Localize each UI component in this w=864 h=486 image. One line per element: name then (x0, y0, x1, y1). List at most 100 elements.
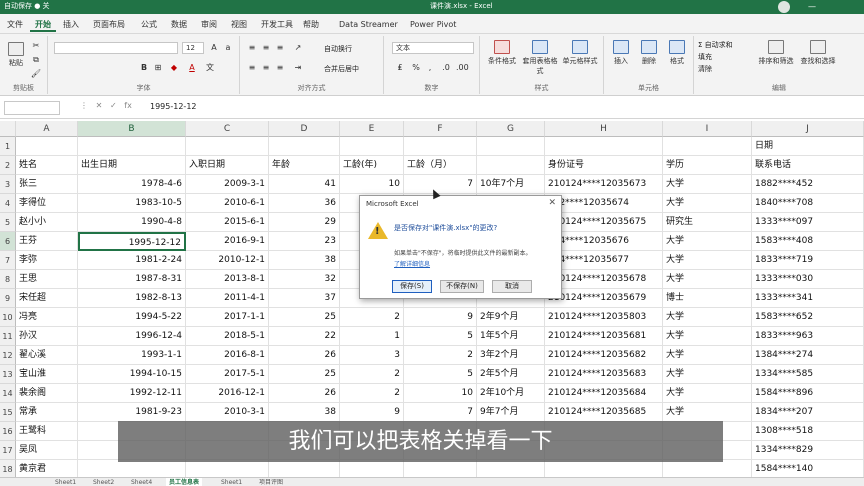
cell[interactable]: 1833****719 (752, 251, 864, 270)
row-header[interactable]: 8 (0, 270, 16, 289)
cell[interactable] (269, 137, 340, 156)
row-header[interactable]: 5 (0, 213, 16, 232)
cell[interactable]: 5 (404, 327, 477, 346)
select-all-corner[interactable] (0, 121, 16, 137)
format-as-table-button[interactable]: 套用表格格式 (522, 40, 558, 76)
column-header[interactable]: B (78, 121, 186, 137)
cell[interactable]: 1882****452 (752, 175, 864, 194)
cell[interactable]: 2010-12-1 (186, 251, 269, 270)
cell[interactable]: 王思 (16, 270, 78, 289)
cell[interactable]: 10 (404, 384, 477, 403)
fill-button[interactable]: 填充 (698, 52, 712, 62)
cell[interactable]: 7 (404, 175, 477, 194)
align-left-icon[interactable]: ≡ (246, 62, 258, 73)
cell[interactable] (269, 460, 340, 477)
row-header[interactable]: 18 (0, 460, 16, 477)
cell[interactable]: 1583****408 (752, 232, 864, 251)
tab-developer[interactable]: 开发工具 (256, 17, 298, 32)
cell[interactable]: 大学 (663, 327, 752, 346)
tab-file[interactable]: 文件 (2, 17, 28, 32)
tab-help[interactable]: 帮助 (298, 17, 324, 32)
cell[interactable] (340, 137, 404, 156)
cell[interactable]: 210124****12035675 (545, 213, 663, 232)
cell[interactable]: 210124****12035673 (545, 175, 663, 194)
cell[interactable]: 1994-5-22 (78, 308, 186, 327)
learn-more-link[interactable]: 了解详细信息 (394, 259, 430, 268)
column-header[interactable]: J (752, 121, 864, 137)
align-bottom-icon[interactable]: ≡ (274, 42, 286, 53)
formula-input[interactable]: 1995-12-12 (150, 102, 197, 111)
row-header[interactable]: 4 (0, 194, 16, 213)
close-icon[interactable]: ✕ (548, 198, 556, 208)
cell[interactable]: 210124****12035682 (545, 346, 663, 365)
cell[interactable]: 大学 (663, 270, 752, 289)
cell[interactable]: 5 (404, 365, 477, 384)
cell[interactable]: 1987-8-31 (78, 270, 186, 289)
cell[interactable]: 2年9个月 (477, 308, 545, 327)
row-header[interactable]: 7 (0, 251, 16, 270)
cell[interactable]: 144****12035676 (545, 232, 663, 251)
conditional-format-button[interactable]: 条件格式 (484, 40, 520, 66)
cell[interactable]: 36 (269, 194, 340, 213)
cell[interactable]: 9年7个月 (477, 403, 545, 422)
cell[interactable]: 黄京君 (16, 460, 78, 477)
fill-color-icon[interactable]: ◆ (168, 62, 180, 73)
row-header[interactable]: 13 (0, 365, 16, 384)
row-header[interactable]: 17 (0, 441, 16, 460)
font-name-select[interactable] (54, 42, 178, 54)
align-right-icon[interactable]: ≡ (274, 62, 286, 73)
row-header[interactable]: 2 (0, 156, 16, 175)
merge-center-button[interactable]: 合并后居中 (324, 64, 359, 74)
cell[interactable]: 25 (269, 308, 340, 327)
cell[interactable]: 2 (340, 384, 404, 403)
tab-power-pivot[interactable]: Power Pivot (405, 17, 461, 32)
cell[interactable]: 吴凤 (16, 441, 78, 460)
cut-icon[interactable]: ✂ (30, 40, 42, 51)
tab-insert[interactable]: 插入 (58, 17, 84, 32)
cell[interactable] (477, 460, 545, 477)
cell[interactable]: 652****12035674 (545, 194, 663, 213)
cell[interactable]: 25 (269, 365, 340, 384)
cell[interactable]: 23 (269, 232, 340, 251)
tab-data[interactable]: 数据 (166, 17, 192, 32)
cell[interactable]: 2017-5-1 (186, 365, 269, 384)
cell[interactable] (78, 137, 186, 156)
cell[interactable]: 孙汉 (16, 327, 78, 346)
cell[interactable]: 研究生 (663, 213, 752, 232)
cell[interactable]: 李弥 (16, 251, 78, 270)
cell[interactable]: 王鹭科 (16, 422, 78, 441)
cell[interactable]: 38 (269, 403, 340, 422)
minimize-icon[interactable]: — (806, 1, 818, 13)
cell[interactable]: 26 (269, 384, 340, 403)
dont-save-button[interactable]: 不保存(N) (440, 280, 484, 293)
cell[interactable]: 大学 (663, 384, 752, 403)
row-header[interactable]: 11 (0, 327, 16, 346)
bold-icon[interactable]: B (138, 62, 150, 73)
format-painter-icon[interactable]: 🖌 (30, 68, 42, 79)
cell[interactable]: 1384****274 (752, 346, 864, 365)
cell[interactable]: 大学 (663, 232, 752, 251)
header-cell[interactable]: 年龄 (269, 156, 340, 175)
shrink-font-icon[interactable]: a (222, 42, 234, 53)
cell[interactable]: 翟心溪 (16, 346, 78, 365)
column-header[interactable]: E (340, 121, 404, 137)
header-cell[interactable]: 工龄（月） (404, 156, 477, 175)
cell[interactable]: 冯亮 (16, 308, 78, 327)
column-header[interactable]: H (545, 121, 663, 137)
sheet-tab[interactable]: Sheet1 (218, 478, 245, 486)
cell[interactable]: 大学 (663, 365, 752, 384)
cell[interactable]: 1333****030 (752, 270, 864, 289)
column-header[interactable]: G (477, 121, 545, 137)
cell[interactable]: 大学 (663, 175, 752, 194)
comma-icon[interactable]: , (424, 62, 436, 73)
cell[interactable]: 1982-8-13 (78, 289, 186, 308)
cell[interactable]: 张三 (16, 175, 78, 194)
cell[interactable]: 1334****829 (752, 441, 864, 460)
font-size-select[interactable]: 12 (182, 42, 204, 54)
tab-data-streamer[interactable]: Data Streamer (334, 17, 403, 32)
insert-cells-button[interactable]: 插入 (608, 40, 634, 66)
grow-font-icon[interactable]: A (208, 42, 220, 53)
cell[interactable]: 210124****12035684 (545, 384, 663, 403)
name-box[interactable] (4, 101, 60, 115)
header-cell[interactable]: 入职日期 (186, 156, 269, 175)
